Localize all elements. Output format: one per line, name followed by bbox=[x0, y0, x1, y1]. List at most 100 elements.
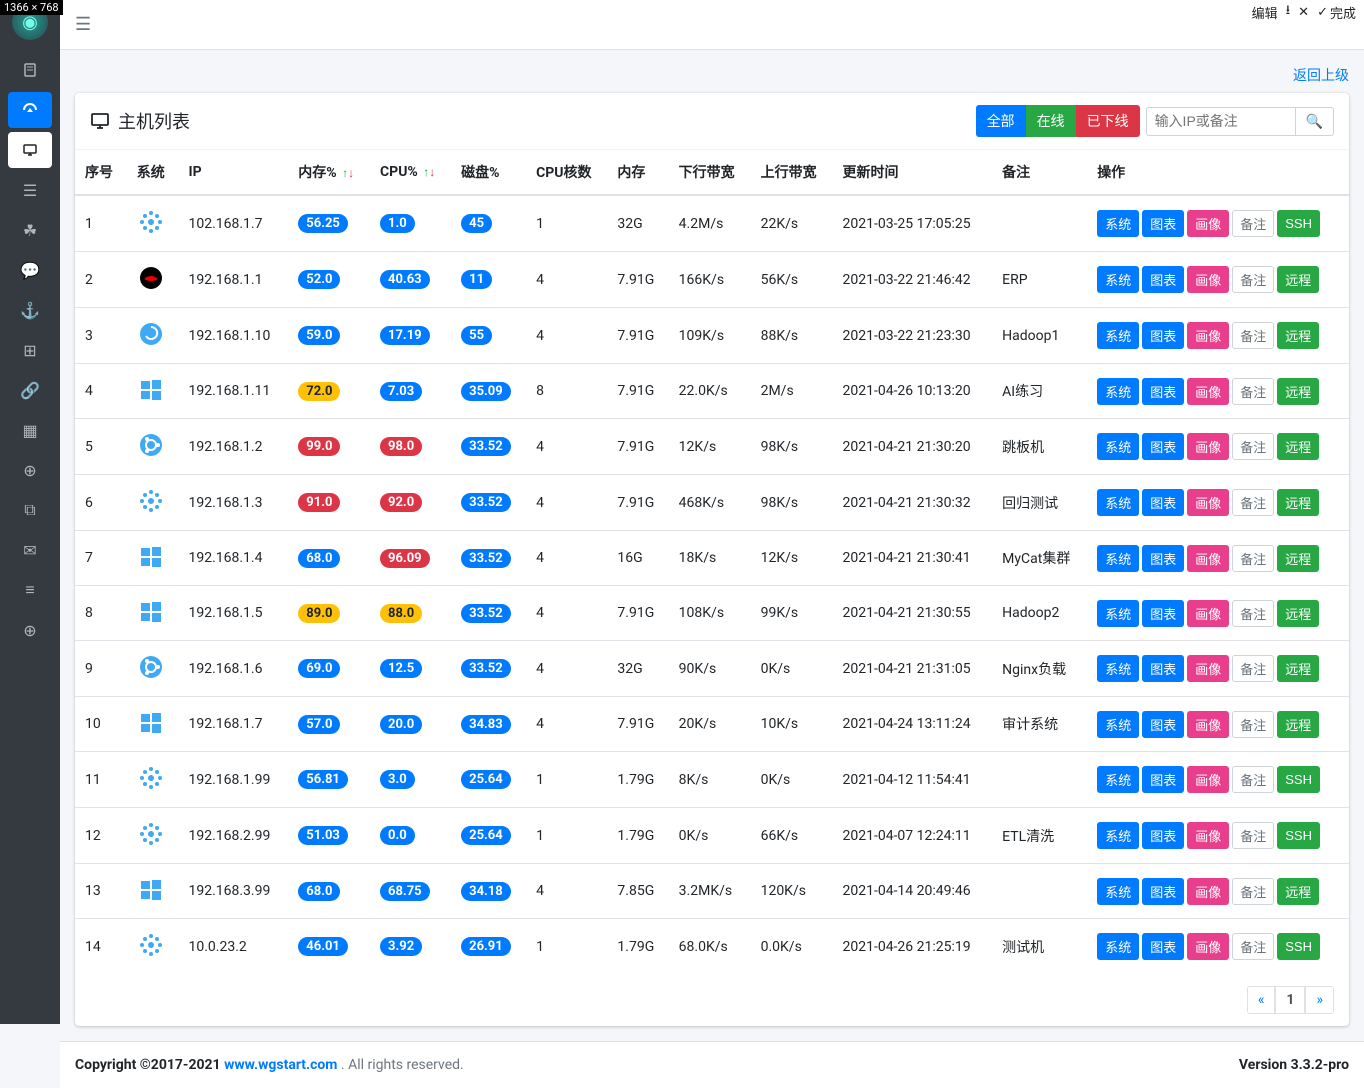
nav-item-dashboard[interactable] bbox=[8, 92, 52, 128]
action-remote-button[interactable]: 远程 bbox=[1277, 322, 1319, 349]
nav-item-zoom[interactable]: ⊕ bbox=[8, 612, 52, 648]
page-1[interactable]: 1 bbox=[1275, 986, 1305, 1014]
action-remote-button[interactable]: 远程 bbox=[1277, 378, 1319, 405]
close-icon[interactable]: ✕ bbox=[1298, 5, 1309, 20]
action-system-button[interactable]: 系统 bbox=[1097, 766, 1139, 793]
action-system-button[interactable]: 系统 bbox=[1097, 266, 1139, 293]
action-note-button[interactable]: 备注 bbox=[1232, 933, 1274, 960]
action-note-button[interactable]: 备注 bbox=[1232, 378, 1274, 405]
col-cpu[interactable]: CPU% ↑↓ bbox=[370, 150, 451, 195]
nav-item-table[interactable]: ⊞ bbox=[8, 332, 52, 368]
action-image-button[interactable]: 画像 bbox=[1187, 322, 1229, 349]
action-chart-button[interactable]: 图表 bbox=[1142, 433, 1184, 460]
action-chart-button[interactable]: 图表 bbox=[1142, 822, 1184, 849]
action-system-button[interactable]: 系统 bbox=[1097, 489, 1139, 516]
action-image-button[interactable]: 画像 bbox=[1187, 822, 1229, 849]
action-remote-button[interactable]: 远程 bbox=[1277, 878, 1319, 905]
action-remote-button[interactable]: 远程 bbox=[1277, 600, 1319, 627]
action-system-button[interactable]: 系统 bbox=[1097, 545, 1139, 572]
nav-item-docker[interactable]: ⚓ bbox=[8, 292, 52, 328]
action-remote-button[interactable]: 远程 bbox=[1277, 489, 1319, 516]
action-chart-button[interactable]: 图表 bbox=[1142, 545, 1184, 572]
action-chart-button[interactable]: 图表 bbox=[1142, 210, 1184, 237]
action-chart-button[interactable]: 图表 bbox=[1142, 766, 1184, 793]
action-image-button[interactable]: 画像 bbox=[1187, 766, 1229, 793]
action-image-button[interactable]: 画像 bbox=[1187, 266, 1229, 293]
nav-item-hosts[interactable] bbox=[8, 132, 52, 168]
action-system-button[interactable]: 系统 bbox=[1097, 655, 1139, 682]
action-system-button[interactable]: 系统 bbox=[1097, 878, 1139, 905]
action-remote-button[interactable]: 远程 bbox=[1277, 433, 1319, 460]
action-image-button[interactable]: 画像 bbox=[1187, 433, 1229, 460]
action-note-button[interactable]: 备注 bbox=[1232, 266, 1274, 293]
nav-item-add[interactable]: ⊕ bbox=[8, 452, 52, 488]
nav-item-link[interactable]: 🔗 bbox=[8, 372, 52, 408]
action-note-button[interactable]: 备注 bbox=[1232, 322, 1274, 349]
action-chart-button[interactable]: 图表 bbox=[1142, 600, 1184, 627]
action-note-button[interactable]: 备注 bbox=[1232, 433, 1274, 460]
action-image-button[interactable]: 画像 bbox=[1187, 711, 1229, 738]
col-mem[interactable]: 内存% ↑↓ bbox=[288, 150, 370, 195]
action-system-button[interactable]: 系统 bbox=[1097, 322, 1139, 349]
footer-site-link[interactable]: www.wgstart.com bbox=[224, 1057, 337, 1073]
action-chart-button[interactable]: 图表 bbox=[1142, 933, 1184, 960]
filter-offline-button[interactable]: 已下线 bbox=[1076, 105, 1140, 137]
action-note-button[interactable]: 备注 bbox=[1232, 822, 1274, 849]
filter-all-button[interactable]: 全部 bbox=[976, 105, 1026, 137]
action-image-button[interactable]: 画像 bbox=[1187, 600, 1229, 627]
action-image-button[interactable]: 画像 bbox=[1187, 655, 1229, 682]
action-note-button[interactable]: 备注 bbox=[1232, 489, 1274, 516]
action-note-button[interactable]: 备注 bbox=[1232, 766, 1274, 793]
action-image-button[interactable]: 画像 bbox=[1187, 545, 1229, 572]
nav-item-chat[interactable]: 💬 bbox=[8, 252, 52, 288]
action-remote-button[interactable]: SSH bbox=[1277, 766, 1320, 793]
action-remote-button[interactable]: SSH bbox=[1277, 210, 1320, 237]
nav-item-doc[interactable] bbox=[8, 52, 52, 88]
action-remote-button[interactable]: 远程 bbox=[1277, 711, 1319, 738]
filter-online-button[interactable]: 在线 bbox=[1026, 105, 1076, 137]
hamburger-icon[interactable]: ☰ bbox=[75, 14, 91, 35]
action-image-button[interactable]: 画像 bbox=[1187, 489, 1229, 516]
action-chart-button[interactable]: 图表 bbox=[1142, 322, 1184, 349]
action-system-button[interactable]: 系统 bbox=[1097, 600, 1139, 627]
nav-item-grid[interactable]: ▦ bbox=[8, 412, 52, 448]
nav-item-mail[interactable]: ✉ bbox=[8, 532, 52, 568]
action-image-button[interactable]: 画像 bbox=[1187, 878, 1229, 905]
nav-item-copy[interactable]: ⧉ bbox=[8, 492, 52, 528]
action-image-button[interactable]: 画像 bbox=[1187, 933, 1229, 960]
action-note-button[interactable]: 备注 bbox=[1232, 711, 1274, 738]
search-input[interactable] bbox=[1146, 107, 1296, 136]
action-chart-button[interactable]: 图表 bbox=[1142, 489, 1184, 516]
action-note-button[interactable]: 备注 bbox=[1232, 210, 1274, 237]
download-icon[interactable]: ⭳ bbox=[1286, 1, 1291, 23]
action-chart-button[interactable]: 图表 bbox=[1142, 378, 1184, 405]
action-remote-button[interactable]: 远程 bbox=[1277, 266, 1319, 293]
action-system-button[interactable]: 系统 bbox=[1097, 210, 1139, 237]
back-link[interactable]: 返回上级 bbox=[1293, 68, 1349, 84]
nav-item-bars[interactable]: ≡ bbox=[8, 572, 52, 608]
action-remote-button[interactable]: 远程 bbox=[1277, 545, 1319, 572]
action-system-button[interactable]: 系统 bbox=[1097, 711, 1139, 738]
action-note-button[interactable]: 备注 bbox=[1232, 600, 1274, 627]
action-chart-button[interactable]: 图表 bbox=[1142, 655, 1184, 682]
action-system-button[interactable]: 系统 bbox=[1097, 378, 1139, 405]
action-note-button[interactable]: 备注 bbox=[1232, 878, 1274, 905]
page-prev[interactable]: « bbox=[1247, 986, 1276, 1014]
edit-button[interactable]: 编辑 bbox=[1252, 3, 1278, 22]
search-button[interactable]: 🔍 bbox=[1296, 107, 1334, 136]
action-image-button[interactable]: 画像 bbox=[1187, 210, 1229, 237]
action-remote-button[interactable]: SSH bbox=[1277, 822, 1320, 849]
action-system-button[interactable]: 系统 bbox=[1097, 822, 1139, 849]
action-chart-button[interactable]: 图表 bbox=[1142, 711, 1184, 738]
action-system-button[interactable]: 系统 bbox=[1097, 433, 1139, 460]
action-remote-button[interactable]: 远程 bbox=[1277, 655, 1319, 682]
action-note-button[interactable]: 备注 bbox=[1232, 545, 1274, 572]
action-image-button[interactable]: 画像 bbox=[1187, 378, 1229, 405]
page-next[interactable]: » bbox=[1305, 986, 1334, 1014]
action-system-button[interactable]: 系统 bbox=[1097, 933, 1139, 960]
done-button[interactable]: ✓ 完成 bbox=[1317, 3, 1356, 22]
action-remote-button[interactable]: SSH bbox=[1277, 933, 1320, 960]
action-chart-button[interactable]: 图表 bbox=[1142, 266, 1184, 293]
nav-item-list[interactable]: ☰ bbox=[8, 172, 52, 208]
nav-item-leaf[interactable]: ☘ bbox=[8, 212, 52, 248]
